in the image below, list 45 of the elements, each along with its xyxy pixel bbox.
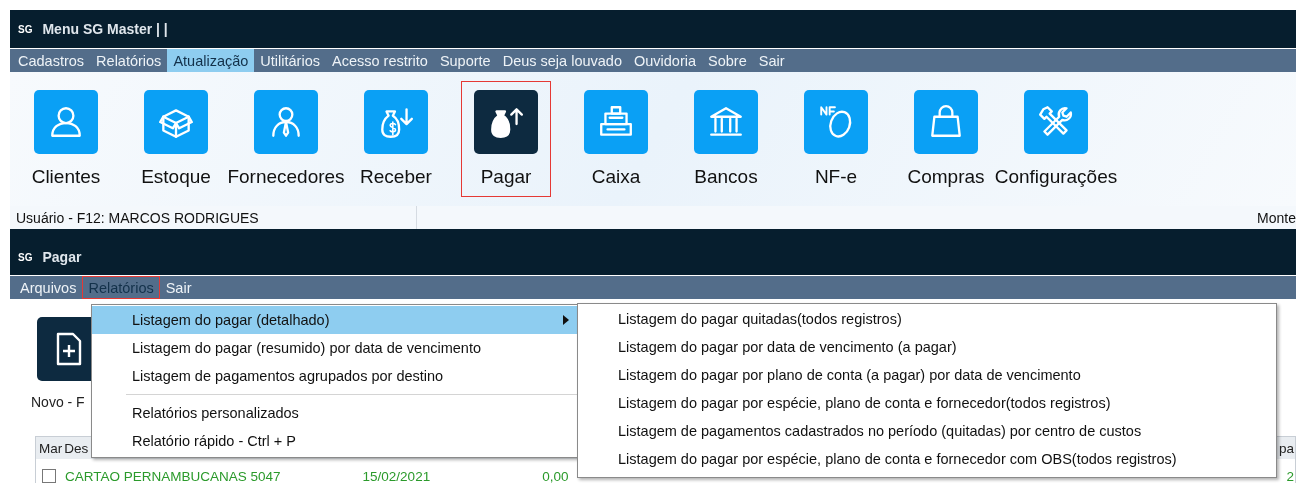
app-logo: SG xyxy=(18,251,33,263)
module-button[interactable]: Pagar xyxy=(461,81,551,197)
row-checkbox[interactable] xyxy=(42,469,56,483)
new-document-icon xyxy=(54,332,84,366)
menu-item[interactable]: Listagem do pagar (resumido) por data de vencimento xyxy=(92,334,577,362)
table-cell: CARTAO PERNAMBUCANAS 5047 xyxy=(64,469,282,483)
menu-item[interactable]: Listagem do pagar por espécie, plano de conta e fornecedor com OBS(todos registros) xyxy=(578,445,1276,473)
menu-item[interactable]: Relatórios personalizados xyxy=(92,399,577,427)
module-button[interactable]: Clientes xyxy=(18,81,114,197)
menu-item[interactable]: Suporte xyxy=(433,49,497,72)
menu-item[interactable]: Listagem do pagar (detalhado) xyxy=(92,306,577,334)
menu-item[interactable]: Sobre xyxy=(702,49,753,72)
app-logo: SG xyxy=(18,23,33,35)
submenu-arrow-icon xyxy=(563,315,569,325)
window-title: Menu SG Master | | xyxy=(42,21,168,37)
menu-item[interactable]: Cadastros xyxy=(12,49,91,72)
menu-item[interactable]: Utilitários xyxy=(254,49,326,72)
column-header: Des xyxy=(63,440,90,456)
menu-item[interactable]: Deus seja louvado xyxy=(496,49,628,72)
menu-item[interactable]: Arquivos xyxy=(14,276,83,299)
menu-item[interactable]: Relatórios xyxy=(90,49,168,72)
new-label: Novo - F xyxy=(31,394,85,410)
column-header: Mar xyxy=(38,440,64,456)
menu-item[interactable]: Sair xyxy=(159,276,198,299)
user-status: Usuário - F12: MARCOS RODRIGUES xyxy=(16,209,259,226)
menu-item[interactable]: Acesso restrito xyxy=(325,49,434,72)
menu-item[interactable]: Sair xyxy=(752,49,791,72)
module-button[interactable]: Caixa xyxy=(571,81,661,197)
module-button[interactable]: NF-e xyxy=(791,81,881,197)
menu-item[interactable]: Listagem do pagar por espécie, plano de conta e fornecedor(todos registros) xyxy=(578,389,1276,417)
menu-item[interactable]: Listagem de pagamentos agrupados por destino xyxy=(92,362,577,390)
window-title: Pagar xyxy=(42,249,82,265)
table-cell: 15/02/2021 xyxy=(361,469,432,483)
menu-item[interactable]: Listagem do pagar quitadas(todos registros) xyxy=(578,305,1276,333)
menu-item[interactable]: Atualização xyxy=(167,49,255,72)
menu-item[interactable]: Listagem do pagar por data de vencimento (a pagar) xyxy=(578,333,1276,361)
menu-item[interactable]: Ouvidoria xyxy=(628,49,703,72)
status-text: Monte xyxy=(1257,209,1296,226)
menu-item[interactable]: Relatório rápido - Ctrl + P xyxy=(92,427,577,455)
menu-item[interactable]: Listagem de pagamentos cadastrados no período (quitadas) por centro de custos xyxy=(578,417,1276,445)
menu-item[interactable]: Listagem do pagar por plano de conta (a pagar) por data de vencimento xyxy=(578,361,1276,389)
column-header: pa xyxy=(1277,440,1295,456)
table-cell: 2 xyxy=(1285,469,1295,483)
table-cell: 0,00 xyxy=(541,469,570,483)
module-button[interactable]: Bancos xyxy=(681,81,771,197)
